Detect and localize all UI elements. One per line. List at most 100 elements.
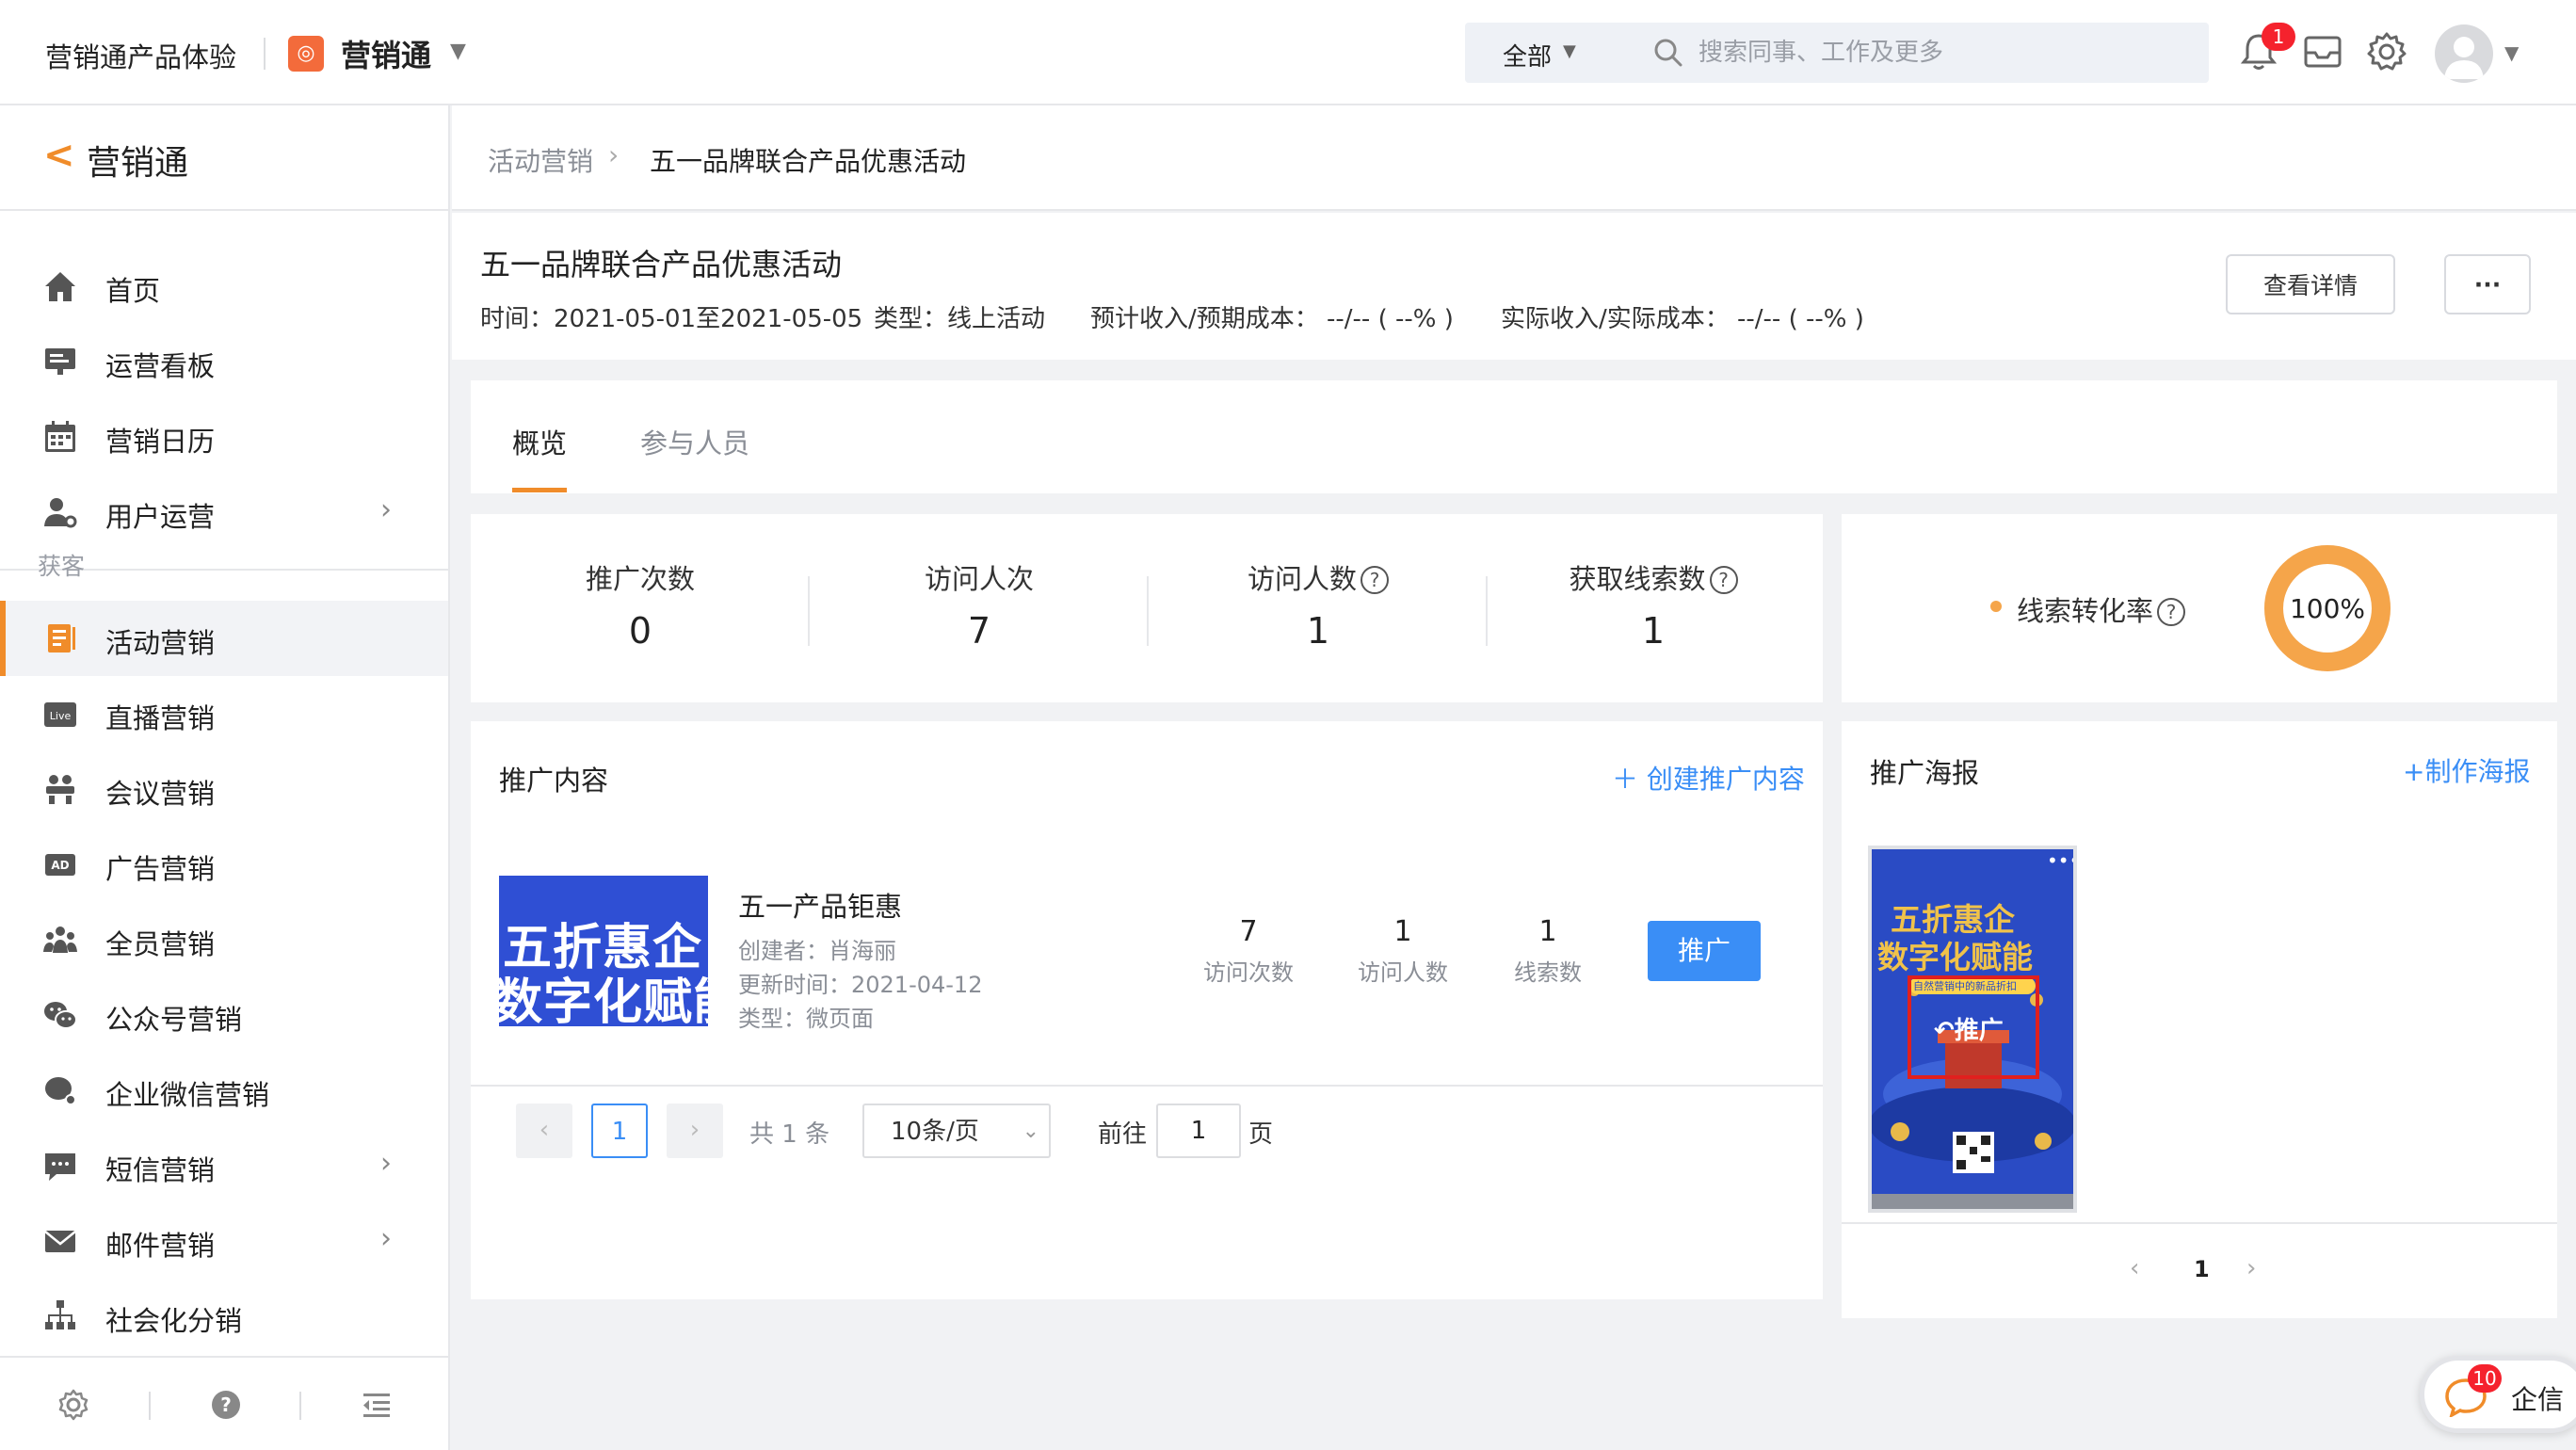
search-input[interactable]	[1699, 32, 2188, 73]
chevron-down-icon[interactable]: ▼	[2504, 41, 2519, 64]
chevron-right-icon: ›	[380, 1222, 392, 1255]
thumb-text: 数字化赋能	[499, 975, 708, 1026]
total-count: 共 1 条	[749, 1120, 830, 1149]
chevron-right-icon: ›	[380, 493, 392, 526]
breadcrumb-link[interactable]: 活动营销	[488, 141, 593, 179]
inbox-icon[interactable]	[2299, 28, 2346, 75]
metric-value: 1	[1538, 915, 1557, 948]
divider	[299, 1392, 301, 1420]
sidebar-item-ad[interactable]: AD 广告营销	[0, 827, 448, 902]
page-number[interactable]: 1	[591, 1104, 648, 1158]
sidebar-title: 营销通	[87, 144, 189, 183]
sidebar-item-mail[interactable]: 邮件营销 ›	[0, 1203, 448, 1279]
chevron-right-icon: ›	[608, 139, 620, 170]
ring-value: 100%	[2290, 593, 2365, 624]
help-icon[interactable]: ?	[1709, 566, 1738, 594]
global-search: 全部 ▼	[1465, 23, 2209, 83]
sidebar-item-dashboard[interactable]: 运营看板	[0, 324, 448, 399]
create-content-link[interactable]: ＋ 创建推广内容	[1612, 759, 1805, 797]
create-poster-link[interactable]: +制作海报	[2403, 751, 2530, 789]
content-name[interactable]: 五一产品钜惠	[738, 885, 902, 925]
divider	[471, 1085, 1823, 1087]
promote-button[interactable]: 推广	[1648, 921, 1761, 981]
meeting-icon	[46, 775, 74, 804]
metric-label: 访问次数	[1203, 959, 1294, 986]
chat-widget[interactable]: 10 企信	[2420, 1356, 2576, 1433]
goto-label: 前往	[1098, 1120, 1148, 1149]
prev-page-button[interactable]: ‹	[516, 1104, 572, 1158]
more-icon[interactable]: •••	[2047, 849, 2073, 872]
sidebar-item-meeting[interactable]: 会议营销	[0, 751, 448, 827]
divider	[1842, 1222, 2557, 1224]
promote-overlay-label: ↶推广	[1934, 1011, 2004, 1046]
metric-value: 1	[1393, 915, 1412, 948]
help-icon[interactable]: ?	[2157, 598, 2186, 626]
stat-label: 推广次数	[585, 563, 695, 595]
poster-text: 数字化赋能	[1877, 939, 2033, 975]
app-switcher[interactable]: 营销通	[341, 32, 431, 75]
expected-revenue: 预计收入/预期成本： --/-- ( --% )	[1090, 305, 1454, 333]
sidebar-item-user-ops[interactable]: 用户运营 ›	[0, 475, 448, 550]
help-icon[interactable]: ?	[207, 1386, 245, 1424]
page-number[interactable]: 1	[2194, 1256, 2210, 1282]
chevron-down-icon[interactable]: ▼	[450, 40, 466, 63]
promote-overlay[interactable]: ↶推广	[1908, 975, 2039, 1079]
sidebar-item-label: 公众号营销	[105, 1004, 243, 1036]
next-page-button[interactable]: ›	[2246, 1254, 2256, 1282]
sidebar-item-label: 全员营销	[105, 928, 216, 960]
back-arrow-icon[interactable]: <	[43, 134, 75, 177]
distribution-icon	[45, 1300, 75, 1329]
gear-icon[interactable]	[2363, 28, 2410, 75]
more-options-button[interactable]: ···	[2444, 254, 2531, 314]
sidebar-item-label: 邮件营销	[105, 1230, 216, 1262]
sidebar-item-distribution[interactable]: 社会化分销	[0, 1279, 448, 1354]
sidebar-item-wechat[interactable]: 公众号营销	[0, 977, 448, 1053]
sidebar-item-wework[interactable]: 企业微信营销	[0, 1053, 448, 1128]
wechat-icon	[44, 1002, 77, 1029]
sidebar-item-live[interactable]: Live 直播营销	[0, 676, 448, 751]
page-size-select[interactable]: 10条/页 ⌄	[862, 1104, 1051, 1158]
actual-revenue: 实际收入/实际成本： --/-- ( --% )	[1501, 305, 1864, 333]
sidebar-item-label: 活动营销	[105, 627, 216, 659]
sidebar-item-label: 直播营销	[105, 702, 216, 734]
product-name[interactable]: 营销通产品体验	[45, 36, 236, 75]
poster-thumbnail[interactable]: ••• 五折惠企 数字化赋能 自然营销中的新品折扣 ↶推广	[1868, 846, 2077, 1213]
sidebar-item-label: 社会化分销	[105, 1305, 243, 1337]
help-icon[interactable]: ?	[1360, 566, 1389, 594]
metric-visitors: 1 访问人数	[1346, 915, 1459, 987]
tab-participants[interactable]: 参与人员	[640, 422, 749, 461]
content-thumbnail[interactable]: 五折惠企 数字化赋能	[499, 876, 708, 1026]
live-icon: Live	[44, 702, 76, 727]
sidebar-item-label: 广告营销	[105, 853, 216, 885]
stat-value: 7	[967, 610, 991, 652]
goto-page-input[interactable]	[1156, 1104, 1241, 1158]
collapse-menu-icon[interactable]	[358, 1386, 395, 1424]
avatar[interactable]	[2435, 24, 2493, 83]
stat-label: 获取线索数	[1569, 563, 1706, 595]
prev-page-button[interactable]: ‹	[2130, 1254, 2139, 1282]
group-label: 获客	[38, 553, 86, 580]
stat-label-wrap: 获取线索数?	[1484, 557, 1823, 597]
view-details-button[interactable]: 查看详情	[2226, 254, 2395, 314]
chevron-down-icon[interactable]: ▼	[1563, 41, 1576, 61]
notification-badge: 1	[2262, 23, 2295, 51]
sidebar-item-label: 短信营销	[105, 1154, 216, 1186]
metric-label: 线索数	[1514, 959, 1582, 986]
sidebar-item-sms[interactable]: 短信营销 ›	[0, 1128, 448, 1203]
sidebar-item-calendar[interactable]: 营销日历	[0, 399, 448, 475]
next-page-button[interactable]: ›	[667, 1104, 723, 1158]
stat-label: 访问人数	[1247, 563, 1357, 595]
tab-overview[interactable]: 概览	[512, 422, 567, 461]
sidebar-item-home[interactable]: 首页	[0, 249, 448, 324]
conversion-label: 线索转化率	[2017, 595, 2154, 627]
settings-icon[interactable]	[55, 1386, 92, 1424]
stat-value: 0	[628, 610, 652, 652]
sidebar-item-activity[interactable]: 活动营销	[0, 601, 448, 676]
legend-dot	[1990, 601, 2002, 612]
goto-suffix: 页	[1248, 1120, 1274, 1149]
sidebar-item-team[interactable]: 全员营销	[0, 902, 448, 977]
conversion-card: 线索转化率? 100%	[1842, 514, 2557, 702]
team-icon	[43, 926, 77, 953]
search-scope-select[interactable]: 全部	[1503, 38, 1552, 72]
stat-label-wrap: 访问人数?	[1149, 557, 1488, 597]
